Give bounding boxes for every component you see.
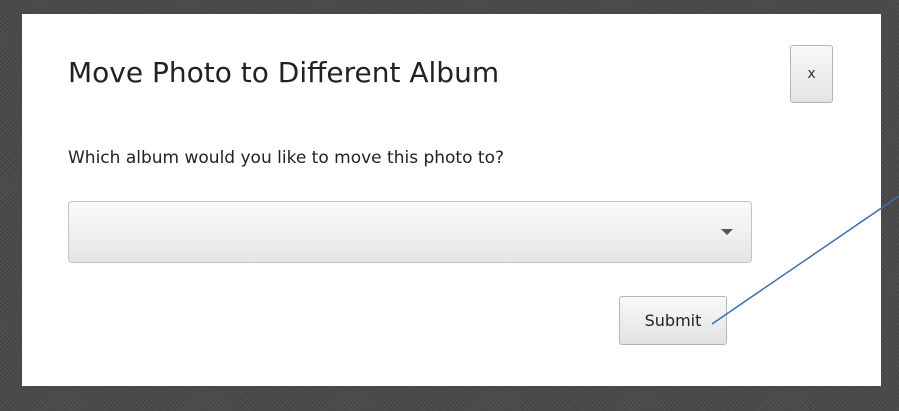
close-button[interactable]: x: [790, 45, 833, 103]
submit-button[interactable]: Submit: [619, 296, 727, 345]
album-select[interactable]: [68, 201, 752, 263]
album-prompt: Which album would you like to move this …: [68, 148, 504, 168]
move-photo-dialog: Move Photo to Different Album x Which al…: [22, 14, 881, 386]
chevron-down-icon: [721, 229, 733, 235]
dialog-title: Move Photo to Different Album: [68, 56, 500, 89]
